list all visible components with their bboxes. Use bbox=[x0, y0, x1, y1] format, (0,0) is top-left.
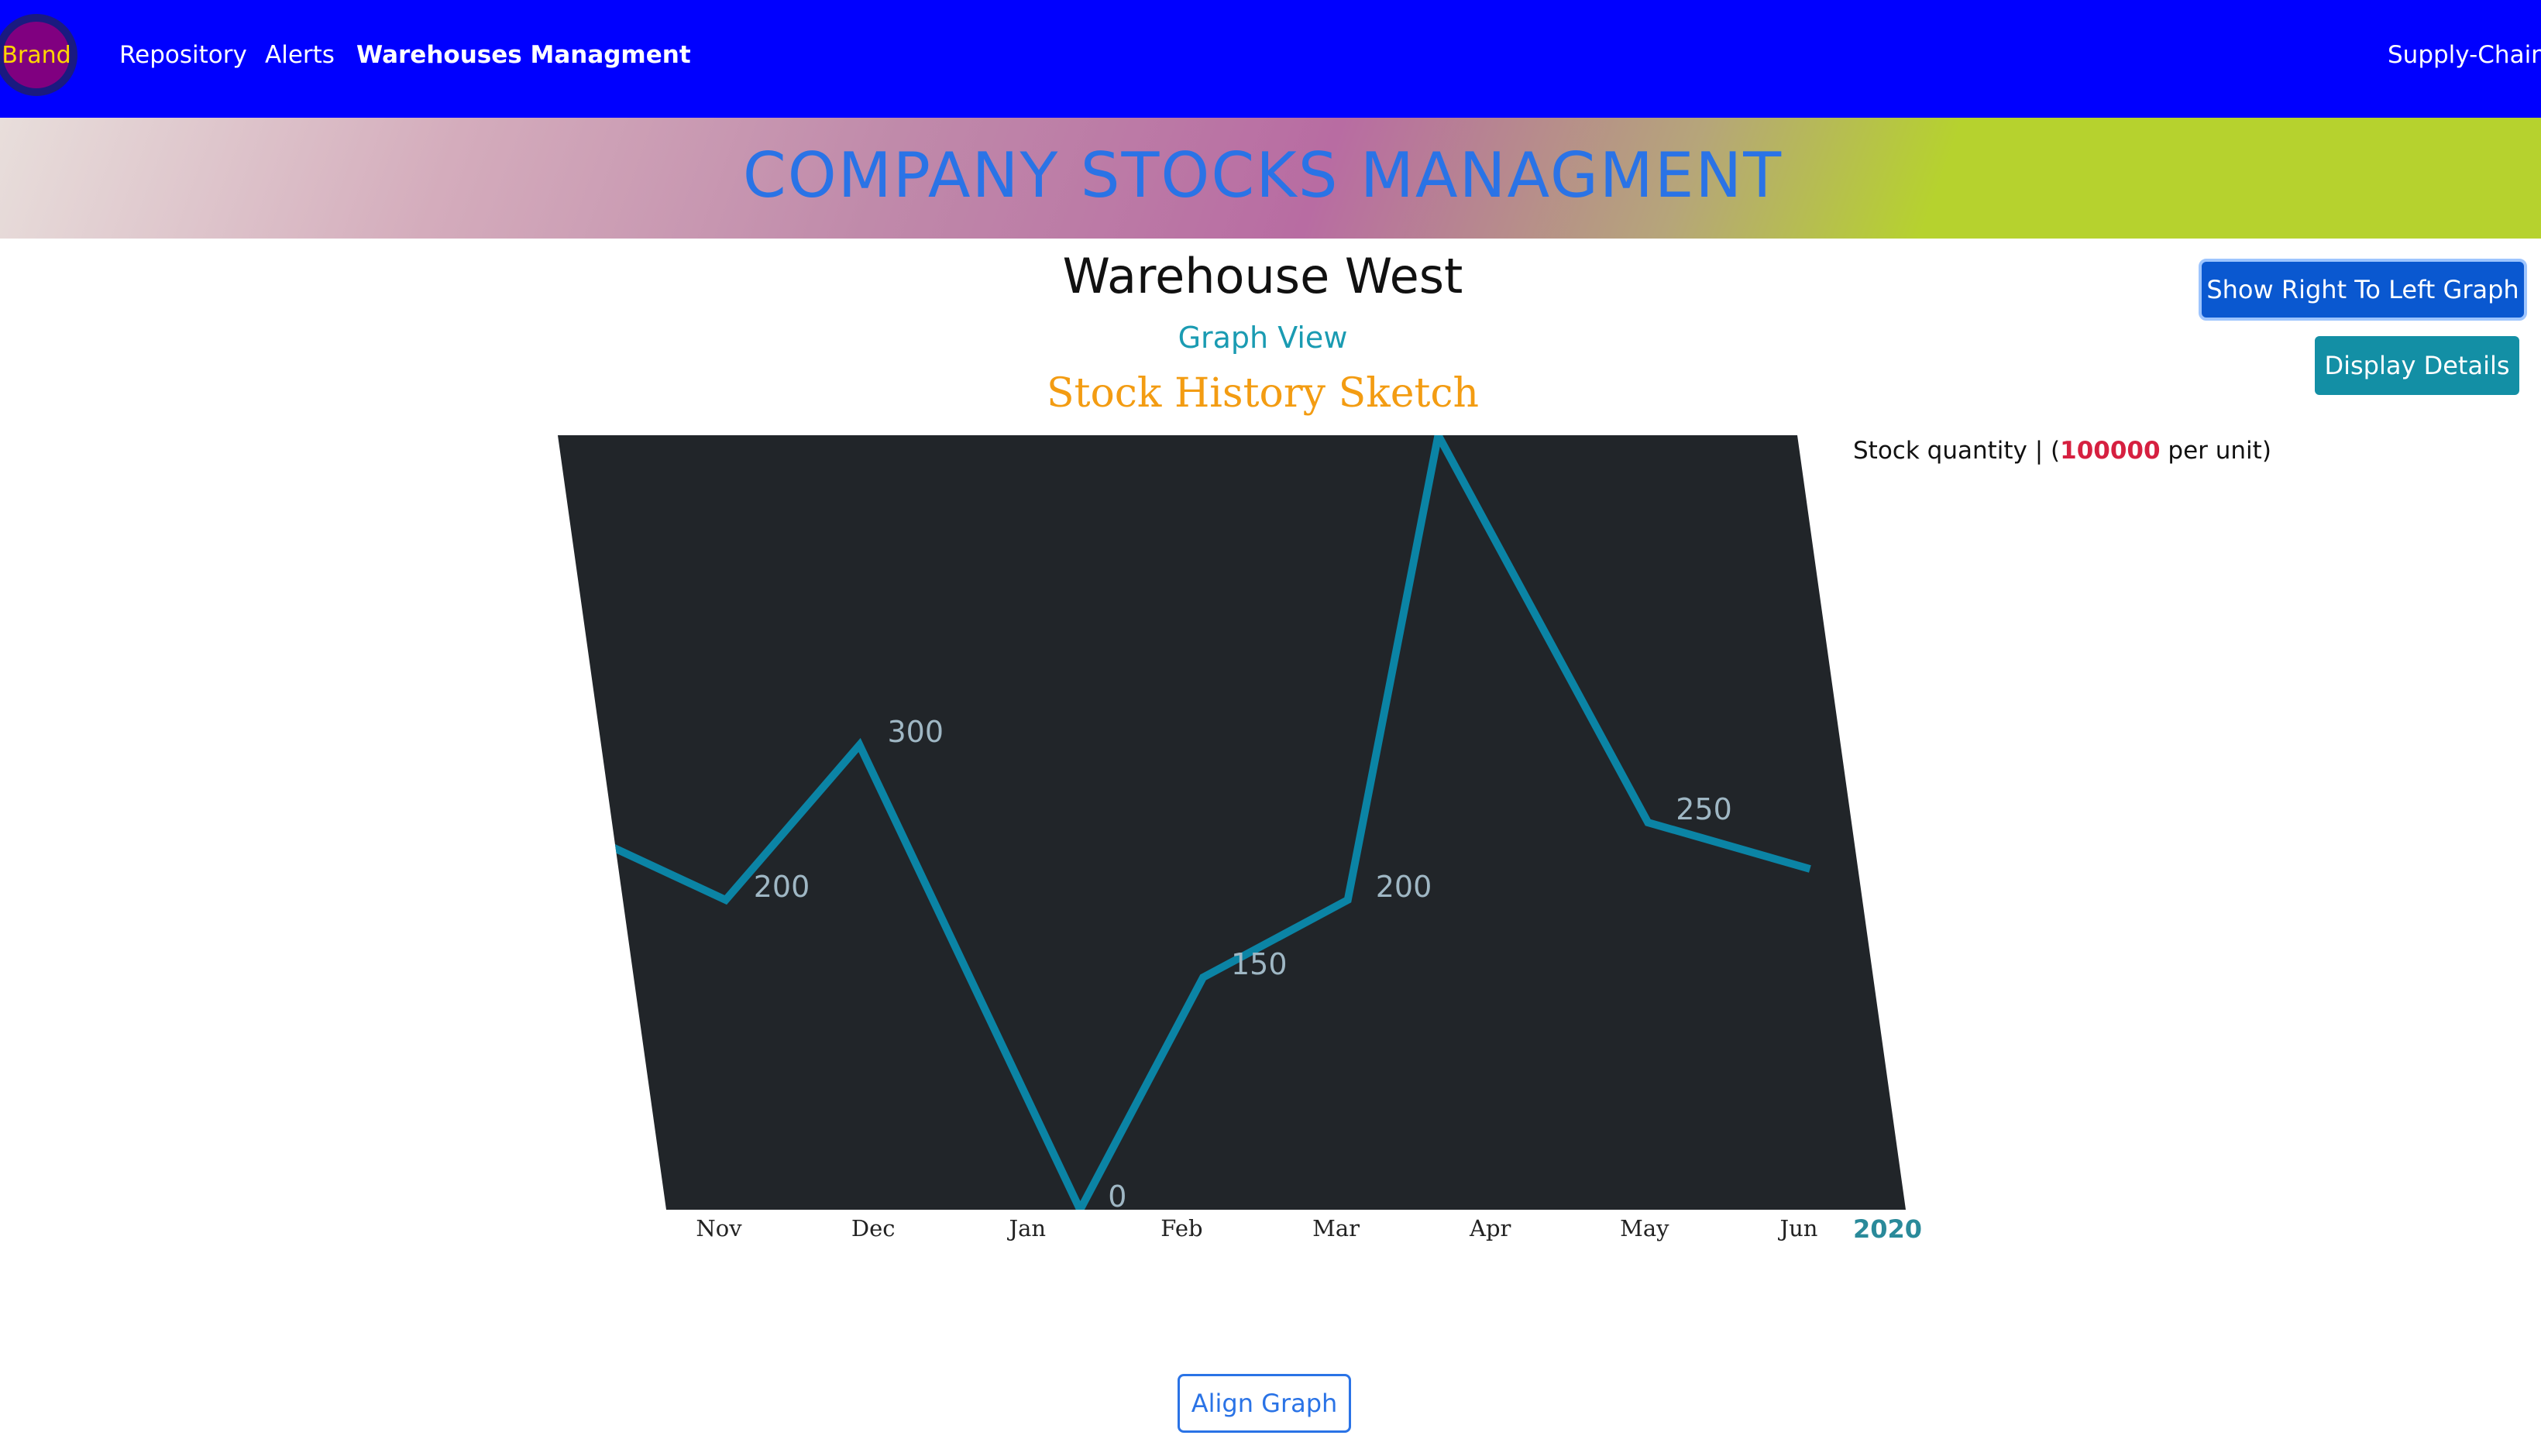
stock-history-chart: 200 300 0 150 200 250 Nov Dec Jan Feb Mar Apr May Jun… bbox=[558, 435, 1922, 1244]
x-tick-label: Mar bbox=[1312, 1215, 1360, 1241]
x-tick-label: Nov bbox=[696, 1215, 742, 1241]
align-graph-button[interactable]: Align Graph bbox=[1178, 1374, 1351, 1433]
x-tick-label: Jan bbox=[1006, 1215, 1046, 1241]
x-tick-label: Apr bbox=[1469, 1215, 1511, 1241]
data-label: 250 bbox=[1676, 792, 1732, 826]
x-tick-label: Dec bbox=[851, 1215, 896, 1241]
data-label: 0 bbox=[1108, 1180, 1126, 1214]
data-label: 300 bbox=[888, 715, 944, 749]
data-label: 200 bbox=[1376, 870, 1432, 904]
year-label: 2020 bbox=[1853, 1214, 1922, 1244]
x-tick-label: Feb bbox=[1160, 1215, 1202, 1241]
data-label: 150 bbox=[1231, 947, 1288, 981]
data-label: 200 bbox=[754, 870, 810, 904]
x-tick-label: Jun bbox=[1778, 1215, 1818, 1241]
x-tick-label: May bbox=[1620, 1215, 1669, 1241]
